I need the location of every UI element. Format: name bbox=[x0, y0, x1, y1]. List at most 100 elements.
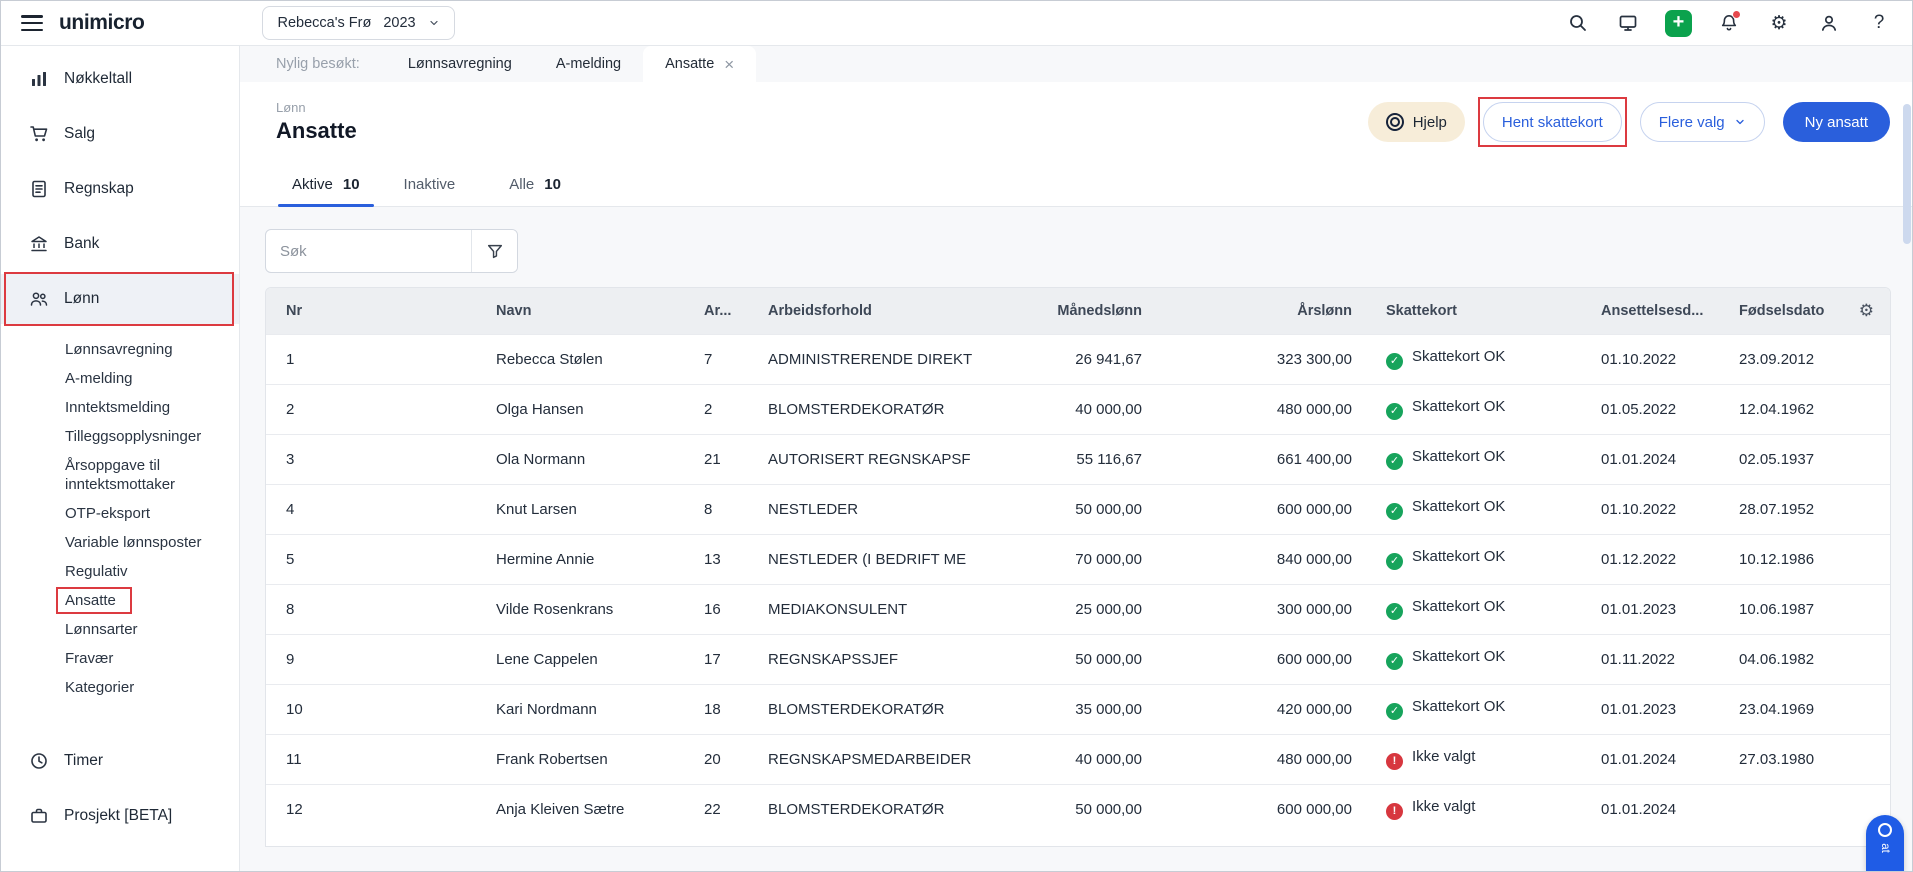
page-header: Lønn Ansatte Hjelp Hent skattekort Flere… bbox=[240, 82, 1912, 162]
vertical-scrollbar[interactable] bbox=[1903, 96, 1911, 859]
notifications-bell-icon[interactable] bbox=[1716, 10, 1742, 36]
search-icon[interactable] bbox=[1565, 10, 1591, 36]
tab-count-badge: 10 bbox=[544, 175, 561, 193]
tab-ansatte[interactable]: Ansatte × bbox=[643, 46, 757, 82]
skattekort-status-icon bbox=[1386, 503, 1403, 520]
view-tab-aktive[interactable]: Aktive 10 bbox=[276, 162, 376, 207]
bar-chart-icon bbox=[29, 69, 49, 89]
scrollbar-thumb[interactable] bbox=[1903, 104, 1911, 244]
sidebar-lonn-submenu: Lønnsavregning A-melding Inntektsmelding… bbox=[1, 329, 239, 712]
search-input[interactable] bbox=[266, 230, 471, 272]
sidebar-subitem-otp-eksport[interactable]: OTP-eksport bbox=[1, 499, 239, 528]
view-tab-alle[interactable]: Alle 10 bbox=[493, 162, 577, 206]
table-row[interactable]: 5 Hermine Annie 13 NESTLEDER (I BEDRIFT ME 7… bbox=[266, 533, 1890, 584]
sidebar-subitem-inntektsmelding[interactable]: Inntektsmelding bbox=[1, 393, 239, 422]
sidebar-subitem-lonnsavregning[interactable]: Lønnsavregning bbox=[1, 335, 239, 364]
col-ansettelsesdato[interactable]: Ansettelsesd... bbox=[1581, 288, 1719, 334]
sidebar-item-label: Salg bbox=[64, 125, 96, 142]
skattekort-status-label: Skattekort OK bbox=[1412, 698, 1506, 715]
settings-gear-icon[interactable] bbox=[1766, 10, 1792, 36]
skattekort-status-label: Skattekort OK bbox=[1412, 498, 1506, 515]
close-icon[interactable]: × bbox=[724, 56, 734, 73]
help-button[interactable]: Hjelp bbox=[1367, 102, 1465, 142]
people-icon bbox=[29, 289, 49, 309]
sidebar-item-bank[interactable]: Bank bbox=[1, 219, 239, 269]
skattekort-status-label: Skattekort OK bbox=[1412, 348, 1506, 365]
skattekort-status-icon bbox=[1386, 353, 1403, 370]
table-row[interactable]: 8 Vilde Rosenkrans 16 MEDIAKONSULENT 25 000,… bbox=[266, 583, 1890, 634]
lifering-icon bbox=[1385, 113, 1404, 131]
table-row[interactable]: 4 Knut Larsen 8 NESTLEDER 50 000,00 600 000,0… bbox=[266, 483, 1890, 534]
skattekort-status-label: Skattekort OK bbox=[1412, 398, 1506, 415]
skattekort-status-icon bbox=[1386, 753, 1403, 770]
table-row[interactable]: 2 Olga Hansen 2 BLOMSTERDEKORATØR 40 000,00 4… bbox=[266, 383, 1890, 434]
help-icon[interactable] bbox=[1866, 10, 1892, 36]
notification-badge bbox=[1732, 10, 1741, 19]
create-new-button[interactable] bbox=[1665, 9, 1692, 37]
table-row[interactable]: 10 Kari Nordmann 18 BLOMSTERDEKORATØR 35 000… bbox=[266, 683, 1890, 734]
table-row[interactable]: 9 Lene Cappelen 17 REGNSKAPSSJEF 50 000,00 60… bbox=[266, 633, 1890, 684]
skattekort-status-icon bbox=[1386, 803, 1403, 821]
sidebar-subitem-regulativ[interactable]: Regulativ bbox=[1, 557, 239, 586]
table-row[interactable]: 11 Frank Robertsen 20 REGNSKAPSMEDARBEIDER 4… bbox=[266, 733, 1890, 784]
table-row[interactable]: 12 Anja Kleiven Sætre 22 BLOMSTERDEKORATØR 5… bbox=[266, 783, 1890, 834]
ny-ansatt-button[interactable]: Ny ansatt bbox=[1782, 102, 1890, 142]
company-selector[interactable]: Rebecca's Frø 2023 bbox=[262, 6, 455, 40]
sidebar-item-prosjekt[interactable]: Prosjekt [BETA] bbox=[1, 791, 239, 841]
view-tab-inaktive[interactable]: Inaktive bbox=[388, 162, 482, 206]
col-navn[interactable]: Navn bbox=[476, 288, 684, 334]
sidebar-subitem-ansatte[interactable]: Ansatte bbox=[1, 586, 239, 615]
tab-lonnsavregning[interactable]: Lønnsavregning bbox=[386, 46, 534, 82]
col-ar[interactable]: Ar... bbox=[684, 288, 748, 334]
col-arbeidsforhold[interactable]: Arbeidsforhold bbox=[748, 288, 1006, 334]
col-skattekort[interactable]: Skattekort bbox=[1366, 288, 1581, 334]
sidebar-item-timer[interactable]: Timer bbox=[1, 736, 239, 786]
user-profile-icon[interactable] bbox=[1816, 10, 1842, 36]
sidebar-item-label: Nøkkeltall bbox=[64, 70, 133, 87]
chat-launcher[interactable]: at bbox=[1866, 815, 1904, 871]
briefcase-icon bbox=[29, 806, 49, 826]
col-fodselsdato[interactable]: Fødselsdato bbox=[1719, 288, 1847, 334]
skattekort-status-icon bbox=[1386, 403, 1403, 420]
flere-valg-button[interactable]: Flere valg bbox=[1639, 102, 1765, 142]
sidebar-subitem-kategorier[interactable]: Kategorier bbox=[1, 673, 239, 702]
col-arslonn[interactable]: Årslønn bbox=[1156, 288, 1366, 334]
chat-icon bbox=[1878, 823, 1892, 837]
sidebar-subitem-fravaer[interactable]: Fravær bbox=[1, 644, 239, 673]
company-name: Rebecca's Frø bbox=[277, 15, 372, 31]
sidebar-item-nokkeltall[interactable]: Nøkkeltall bbox=[1, 54, 239, 104]
filter-button[interactable] bbox=[471, 230, 517, 272]
col-nr[interactable]: Nr bbox=[266, 288, 476, 334]
sidebar-subitem-tilleggsopplysninger[interactable]: Tilleggsopplysninger bbox=[1, 422, 239, 451]
skattekort-status-label: Ikke valgt bbox=[1412, 748, 1476, 765]
logo: unimicro bbox=[59, 11, 145, 34]
sidebar-item-salg[interactable]: Salg bbox=[1, 109, 239, 159]
hent-skattekort-button[interactable]: Hent skattekort bbox=[1482, 102, 1622, 142]
breadcrumb: Lønn bbox=[276, 100, 306, 115]
menu-icon[interactable] bbox=[21, 15, 43, 31]
sidebar-item-lonn[interactable]: Lønn bbox=[1, 272, 239, 326]
chevron-down-icon bbox=[1735, 119, 1744, 125]
skattekort-status-icon bbox=[1386, 653, 1403, 670]
skattekort-status-icon bbox=[1386, 603, 1403, 620]
sidebar-subitem-a-melding[interactable]: A-melding bbox=[1, 364, 239, 393]
sidebar-item-regnskap[interactable]: Regnskap bbox=[1, 164, 239, 214]
sidebar-subitem-variable-lonnsposter[interactable]: Variable lønnsposter bbox=[1, 528, 239, 557]
sidebar-subitem-arsoppgave[interactable]: Årsoppgave til inntektsmottaker bbox=[1, 451, 239, 499]
col-manedslonn[interactable]: Månedslønn bbox=[1006, 288, 1156, 334]
table-row[interactable]: 3 Ola Normann 21 AUTORISERT REGNSKAPSF 55 11… bbox=[266, 433, 1890, 484]
screen-share-icon[interactable] bbox=[1615, 10, 1641, 36]
page-title: Ansatte bbox=[276, 118, 357, 143]
table-toolbar bbox=[265, 229, 1912, 273]
employees-table-card: Nr Navn Ar... Arbeidsforhold Månedslønn … bbox=[265, 287, 1891, 847]
clock-icon bbox=[29, 751, 49, 771]
sidebar-item-label: Timer bbox=[64, 752, 104, 769]
bank-icon bbox=[29, 234, 49, 254]
app-window: unimicro Rebecca's Frø 2023 + ⚙ ? Nøkkel… bbox=[0, 0, 1913, 872]
employees-table: Nr Navn Ar... Arbeidsforhold Månedslønn … bbox=[266, 288, 1890, 834]
tab-a-melding[interactable]: A-melding bbox=[534, 46, 643, 82]
sidebar-item-label: Regnskap bbox=[64, 180, 134, 197]
table-row[interactable]: 1 Rebecca Stølen 7 ADMINISTRERENDE DIREKT 26… bbox=[266, 333, 1890, 384]
sidebar-subitem-lonnsarter[interactable]: Lønnsarter bbox=[1, 615, 239, 644]
column-settings-gear-icon[interactable] bbox=[1859, 301, 1874, 320]
